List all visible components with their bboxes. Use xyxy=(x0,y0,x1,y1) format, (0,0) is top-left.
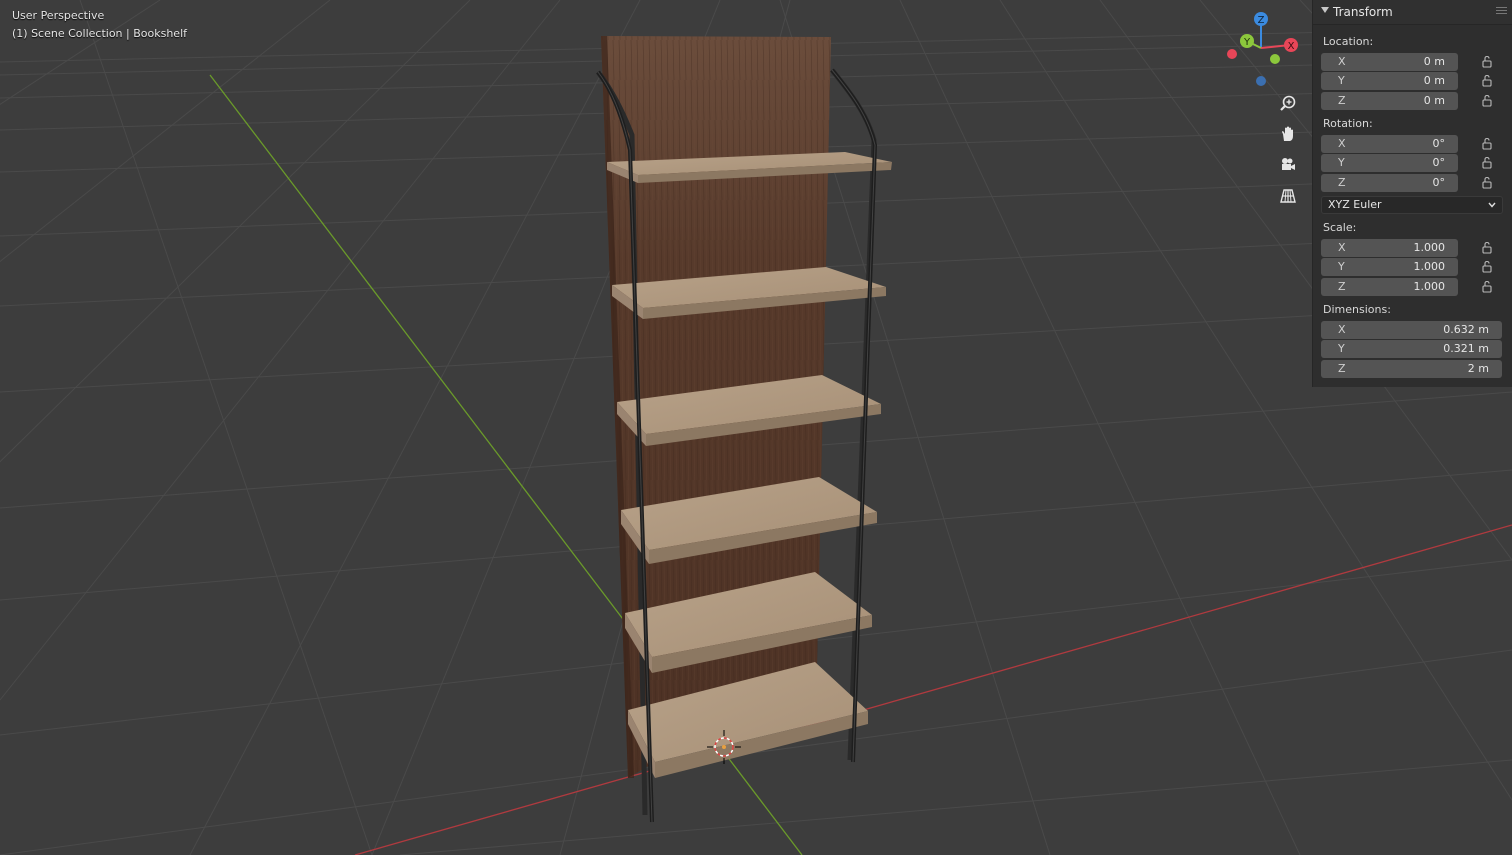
scale-x-field[interactable]: X 1.000 xyxy=(1321,239,1458,257)
dimensions-x-field[interactable]: X 0.632 m xyxy=(1321,321,1502,339)
scale-label: Scale: xyxy=(1323,221,1357,234)
scale-y-field[interactable]: Y 1.000 xyxy=(1321,258,1458,276)
svg-text:Z: Z xyxy=(1258,15,1265,26)
camera-icon[interactable] xyxy=(1276,153,1300,177)
lock-location-x-icon[interactable] xyxy=(1480,55,1494,69)
lock-rotation-x-icon[interactable] xyxy=(1480,137,1494,151)
hand-pan-icon[interactable] xyxy=(1276,122,1300,146)
svg-text:Y: Y xyxy=(1243,37,1251,48)
transform-panel-title: Transform xyxy=(1333,5,1393,19)
rotation-x-field[interactable]: X 0° xyxy=(1321,135,1458,153)
lock-scale-y-icon[interactable] xyxy=(1480,260,1494,274)
navigation-gizmo[interactable]: Z X Y xyxy=(1220,8,1306,90)
scale-z-field[interactable]: Z 1.000 xyxy=(1321,278,1458,296)
collection-path-label: (1) Scene Collection | Bookshelf xyxy=(12,27,187,40)
lock-rotation-z-icon[interactable] xyxy=(1480,176,1494,190)
lock-location-y-icon[interactable] xyxy=(1480,74,1494,88)
lock-location-z-icon[interactable] xyxy=(1480,94,1494,108)
drag-grip-icon[interactable] xyxy=(1496,7,1507,15)
lock-rotation-y-icon[interactable] xyxy=(1480,156,1494,170)
dimensions-y-field[interactable]: Y 0.321 m xyxy=(1321,340,1502,358)
svg-text:X: X xyxy=(1288,41,1295,52)
chevron-down-icon xyxy=(1488,202,1496,208)
rotation-mode-select[interactable]: XYZ Euler xyxy=(1321,196,1503,214)
gizmo-neg-x-handle xyxy=(1227,49,1237,59)
transform-panel: Transform Location: X0 m Y0 m Z0 m Rotat… xyxy=(1312,0,1512,387)
grid-view-icon[interactable] xyxy=(1276,184,1300,208)
location-y-field[interactable]: Y0 m xyxy=(1321,72,1458,90)
view-name-label: User Perspective xyxy=(12,9,105,22)
lock-scale-x-icon[interactable] xyxy=(1480,241,1494,255)
3d-viewport[interactable]: User Perspective (1) Scene Collection | … xyxy=(0,0,1512,855)
rotation-label: Rotation: xyxy=(1323,117,1373,130)
location-label: Location: xyxy=(1323,35,1374,48)
bookshelf-model xyxy=(596,36,892,823)
gizmo-neg-y-handle xyxy=(1270,54,1280,64)
transform-panel-header[interactable]: Transform xyxy=(1313,0,1512,25)
dimensions-label: Dimensions: xyxy=(1323,303,1391,316)
location-z-field[interactable]: Z0 m xyxy=(1321,92,1458,110)
zoom-icon[interactable] xyxy=(1276,92,1300,116)
x-axis-line xyxy=(354,524,1512,855)
rotation-z-field[interactable]: Z 0° xyxy=(1321,174,1458,192)
location-x-field[interactable]: X0 m xyxy=(1321,53,1458,71)
dimensions-z-field[interactable]: Z2 m xyxy=(1321,360,1502,378)
collapse-triangle-icon[interactable] xyxy=(1321,7,1329,13)
lock-scale-z-icon[interactable] xyxy=(1480,280,1494,294)
rotation-y-field[interactable]: Y 0° xyxy=(1321,154,1458,172)
gizmo-neg-z-handle xyxy=(1256,76,1266,86)
